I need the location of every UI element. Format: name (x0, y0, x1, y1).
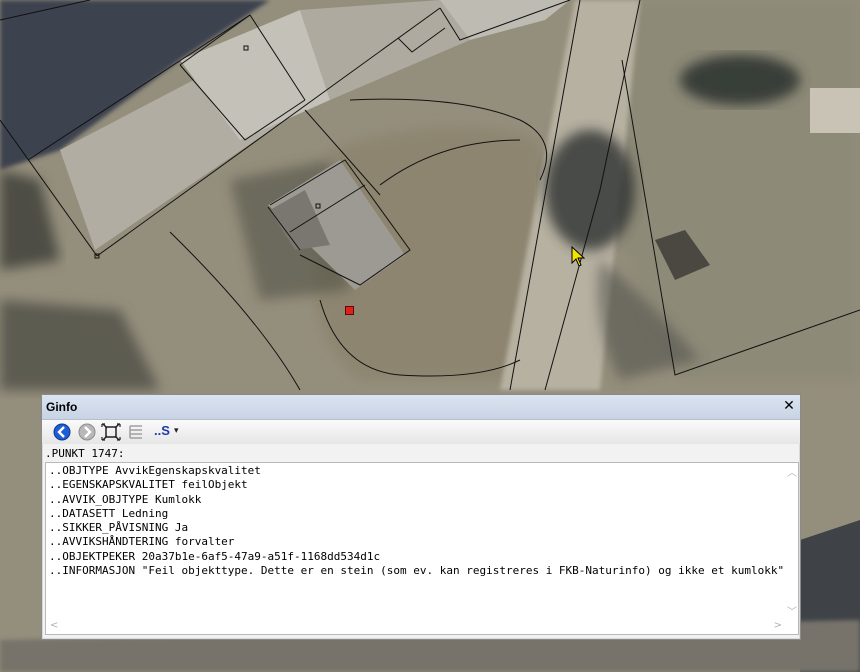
horizontal-scrollbar[interactable]: < > (46, 619, 786, 634)
scroll-right-icon[interactable]: > (774, 620, 782, 631)
panel-titlebar[interactable]: Ginfo ✕ (42, 395, 800, 420)
vertical-scrollbar[interactable]: ︿ ﹀ (784, 463, 798, 619)
panel-title: Ginfo (46, 400, 78, 414)
back-icon (53, 423, 71, 441)
info-line: ..INFORMASJON "Feil objekttype. Dette er… (49, 564, 785, 578)
zoom-to-object-icon (101, 423, 121, 441)
info-line: ..OBJTYPE AvvikEgenskapskvalitet (49, 464, 261, 477)
zoom-to-object-button[interactable] (101, 423, 121, 441)
chevron-down-icon[interactable]: ▾ (174, 426, 179, 436)
info-line: ..OBJEKTPEKER 20a37b1e-6af5-47a9-a51f-11… (49, 549, 381, 563)
info-line: ..DATASETT Ledning (49, 506, 169, 520)
close-button[interactable]: ✕ (781, 398, 797, 414)
info-line: ..AVVIK_OBJTYPE Kumlokk (49, 492, 202, 506)
scroll-down-icon[interactable]: ﹀ (787, 603, 797, 618)
info-line: ..AVVIKSHÅNDTERING forvalter (49, 535, 235, 549)
info-line: ..EGENSKAPSKVALITET feilObjekt (49, 478, 248, 492)
selected-point-marker[interactable] (345, 306, 354, 315)
forward-button[interactable] (77, 423, 97, 441)
back-button[interactable] (52, 423, 72, 441)
toolbar: ..S ▾ (42, 420, 800, 444)
info-lines: ..OBJTYPE AvvikEgenskapskvalitet ..EGENS… (49, 464, 784, 578)
info-line: ..SIKKER_PÅVISNING Ja (49, 521, 189, 535)
list-icon (129, 425, 142, 439)
scroll-up-icon[interactable]: ︿ (787, 464, 797, 479)
forward-icon (78, 423, 96, 441)
snum-button[interactable]: ..S (154, 423, 170, 438)
point-header: .PUNKT 1747: (45, 447, 125, 460)
info-text-area[interactable]: ..OBJTYPE AvvikEgenskapskvalitet ..EGENS… (45, 462, 799, 635)
ginfo-panel: Ginfo ✕ ..S ▾ .PUNKT 1747: ..OBJTYPE Avv… (41, 394, 801, 640)
mouse-cursor-icon (571, 246, 585, 267)
list-button[interactable] (126, 423, 146, 441)
scroll-left-icon[interactable]: < (50, 620, 58, 631)
